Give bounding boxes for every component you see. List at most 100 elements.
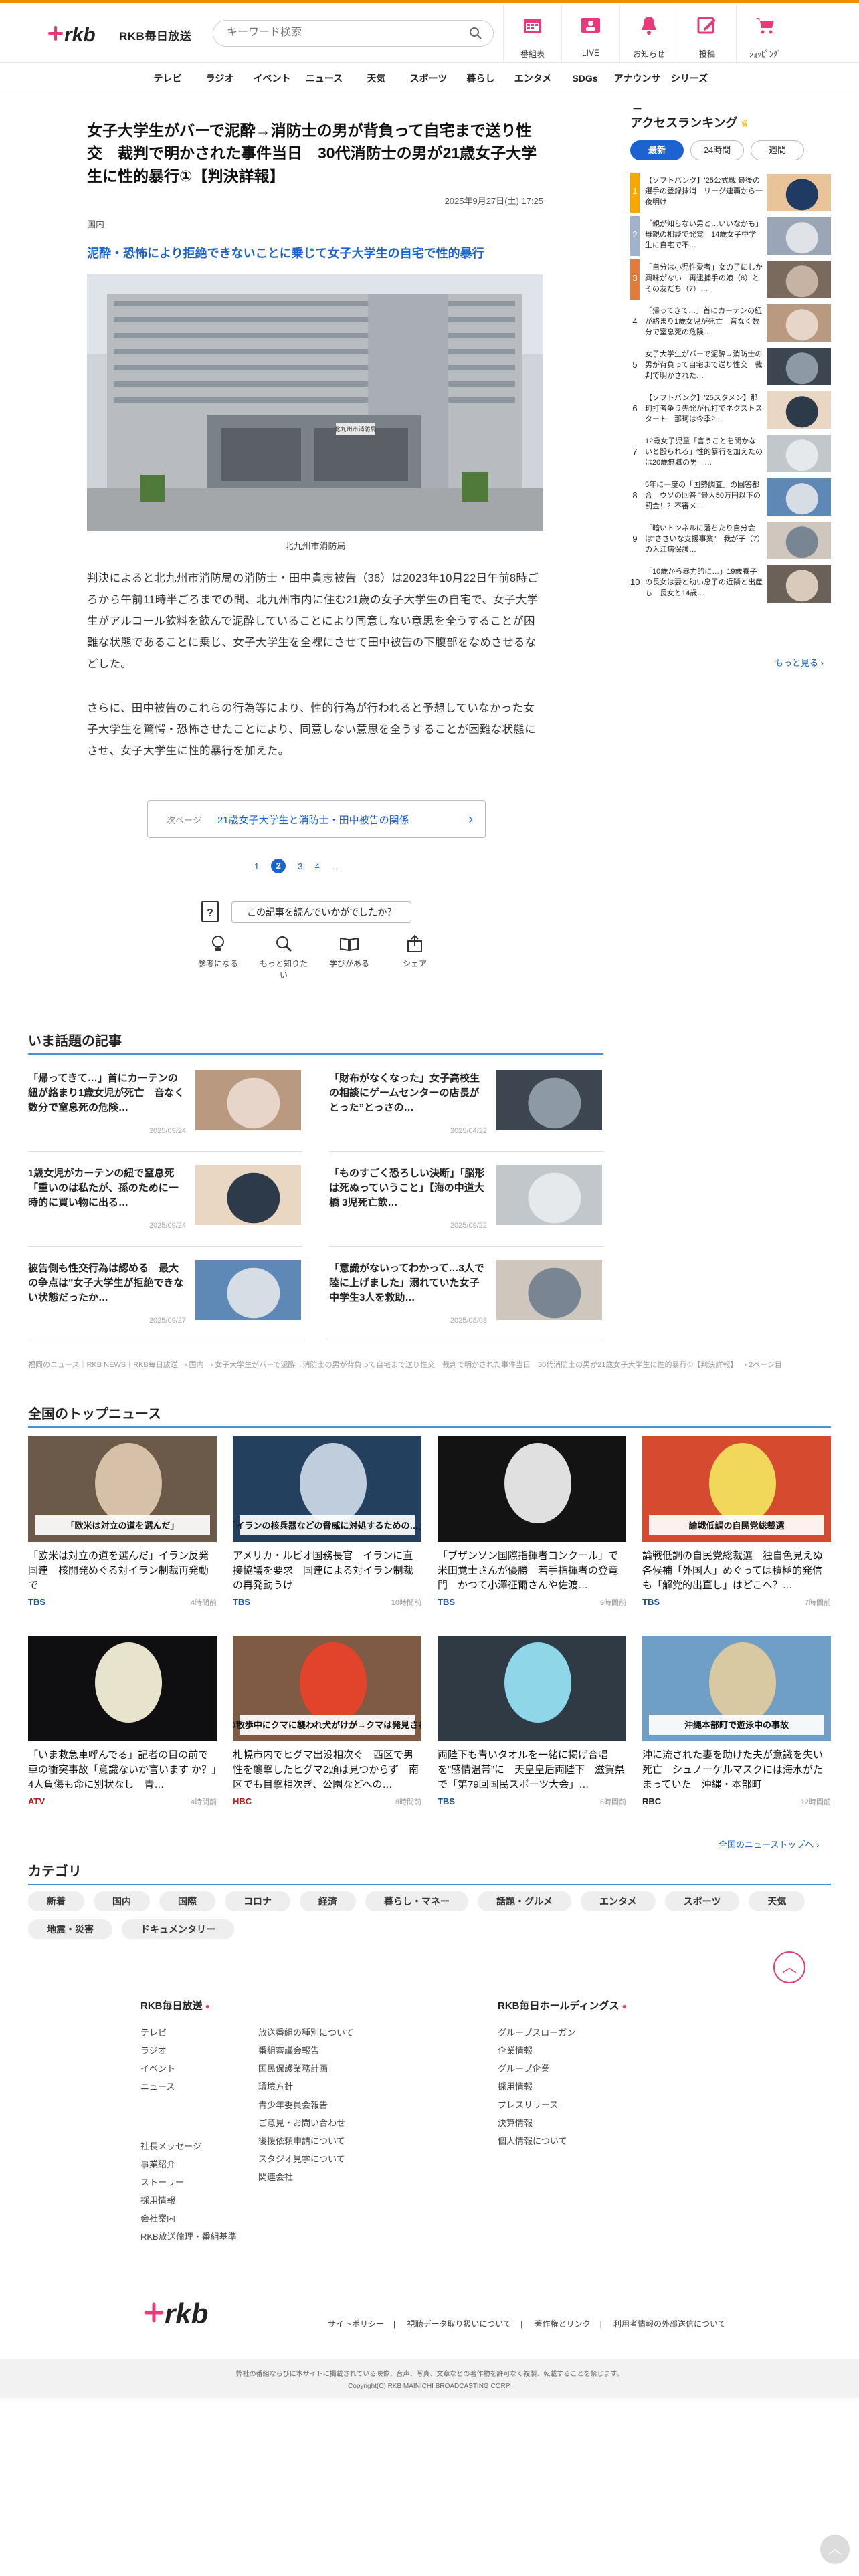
national-news-card[interactable]: 両陛下も青いタオルを一緒に掲げ合唱を”感情温帯”に 天皇皇后両陛下 滋賀県で「第… <box>438 1636 626 1816</box>
nav-weather[interactable]: 天気 <box>351 63 403 96</box>
footer-link[interactable]: 利用者情報の外部送信について <box>613 2319 726 2329</box>
nav-news[interactable]: ニュース <box>298 63 351 96</box>
page-link[interactable]: 3 <box>298 861 302 871</box>
tool-notice[interactable]: お知らせ <box>619 5 678 63</box>
footer-link[interactable]: ニュース <box>140 2078 175 2096</box>
national-news-card[interactable]: 「いま救急車呼んでる」記者の目の前で車の衝突事故「意識ないか言います か？」4人… <box>28 1636 217 1816</box>
page-current[interactable]: 2 <box>271 859 286 873</box>
footer-link[interactable]: ご意見・お問い合わせ <box>258 2114 354 2132</box>
footer-rkb-logo[interactable]: rkb <box>142 2292 221 2333</box>
ranking-item[interactable]: 1 【ソフトバンク】'25公式戦 最後の選手の登録抹消 リーグ連覇から一夜明け <box>630 173 831 213</box>
breadcrumb-item[interactable]: 福岡のニュース｜RKB NEWS｜RKB毎日放送 <box>28 1361 178 1369</box>
footer-link[interactable]: グループスローガン <box>498 2024 575 2042</box>
footer-link[interactable]: 著作権とリンク <box>535 2319 591 2329</box>
footer-link[interactable]: 環境方針 <box>258 2078 354 2096</box>
tool-shopping[interactable]: ｼｮｯﾋﾟﾝｸﾞ <box>736 5 794 63</box>
page-link[interactable]: 1 <box>254 861 259 871</box>
footer-link[interactable]: 視聴データ取り扱いについて <box>407 2319 511 2329</box>
tool-live[interactable]: LIVE <box>561 5 619 63</box>
nav-sdgs[interactable]: SDGs <box>559 63 611 96</box>
nav-announcer[interactable]: アナウンサー <box>611 63 664 114</box>
footer-link[interactable]: 番組審議会報告 <box>258 2042 354 2060</box>
footer-link[interactable]: RKB放送倫理・番組基準 <box>140 2228 237 2246</box>
search-box[interactable] <box>213 20 494 47</box>
ranking-item[interactable]: 10 「10歳から暴力的に…」19歳養子の長女は妻と幼い息子の近隣と出産も 長女と… <box>630 564 831 604</box>
scroll-top-fab[interactable]: ︿ <box>820 2535 850 2564</box>
nav-tv[interactable]: テレビ <box>142 63 194 96</box>
tool-program-guide[interactable]: 番組表 <box>503 5 561 63</box>
footer-link[interactable]: 決算情報 <box>498 2114 575 2132</box>
national-news-card[interactable]: 「欧米は対立の道を選んだ」 「欧米は対立の道を選んだ」イラン反発 国連 核開発めぐ… <box>28 1436 217 1617</box>
react-helpful[interactable]: 参考になる <box>193 934 244 980</box>
footer-link[interactable]: 採用情報 <box>498 2078 575 2096</box>
national-news-card[interactable]: 「イランの核兵器などの脅威に対処するための…」 アメリカ・ルビオ国務長官 イランに… <box>233 1436 421 1617</box>
category-chip[interactable]: 暮らし・マネー <box>365 1891 468 1911</box>
ranking-more-link[interactable]: もっと見る › <box>775 656 824 669</box>
category-chip[interactable]: コロナ <box>225 1891 290 1911</box>
category-chip[interactable]: ドキュメンタリー <box>122 1919 234 1939</box>
category-chip[interactable]: 地震・災害 <box>28 1919 112 1939</box>
footer-link[interactable]: 後援依頼申請について <box>258 2132 354 2150</box>
ranking-item[interactable]: 4 「帰ってきて…」首にカーテンの紐が絡まり1歳女児が死亡 音なく数分で窒息死の危… <box>630 303 831 343</box>
footer-link[interactable]: 個人情報について <box>498 2132 575 2150</box>
footer-link[interactable]: 採用情報 <box>140 2191 237 2210</box>
category-chip[interactable]: スポーツ <box>664 1891 740 1911</box>
nav-entertainment[interactable]: エンタメ <box>507 63 559 96</box>
footer-link[interactable]: 企業情報 <box>498 2042 575 2060</box>
ranking-item[interactable]: 9 「暗いトンネルに落ちたり自分会は”ささいな支援事業” 我が子（7）の入江病保護… <box>630 520 831 560</box>
footer-link[interactable]: 会社案内 <box>140 2210 237 2228</box>
category-chip[interactable]: 国際 <box>159 1891 215 1911</box>
category-chip[interactable]: 話題・グルメ <box>478 1891 571 1911</box>
national-more-link[interactable]: 全国のニューストップへ › <box>719 1838 819 1850</box>
topic-card[interactable]: 被告側も性交行為は認める 最大の争点は”女子大学生が拒絶できない状態だったか… 2… <box>28 1257 302 1341</box>
next-page-button[interactable]: 次ページ 21歳女子大学生と消防士・田中被告の関係 › <box>147 800 486 838</box>
ranking-item[interactable]: 6 【ソフトバンク】'25スタメン】那珂打者争う先発が代打でネクストスタート 那珂… <box>630 390 831 430</box>
footer-link[interactable]: イベント <box>140 2060 175 2078</box>
search-icon[interactable] <box>469 27 482 40</box>
footer-link[interactable]: 国民保護業務計画 <box>258 2060 354 2078</box>
react-learned[interactable]: 学びがある <box>324 934 375 980</box>
ranking-item[interactable]: 2 「親が知らない男と…いいなかも」母親の相談で発覚 14歳女子中学生に自宅で不… <box>630 216 831 256</box>
ranking-item[interactable]: 7 12歳女子児童「言うことを聞かないと殴られる」性的暴行を加えたのは20歳無職の… <box>630 433 831 473</box>
footer-link[interactable]: 関連会社 <box>258 2168 354 2186</box>
nav-life[interactable]: 暮らし <box>455 63 507 96</box>
tab-24h[interactable]: 24時間 <box>690 140 744 160</box>
category-chip[interactable]: エンタメ <box>581 1891 656 1911</box>
footer-link[interactable]: ストーリー <box>140 2173 237 2191</box>
react-want-more[interactable]: もっと知りたい <box>258 934 309 980</box>
footer-link[interactable]: 社長メッセージ <box>140 2137 237 2155</box>
footer-link[interactable]: 放送番組の種別について <box>258 2024 354 2042</box>
page-link[interactable]: 4 <box>314 861 319 871</box>
search-input[interactable] <box>227 27 468 39</box>
category-chip[interactable]: 新着 <box>28 1891 84 1911</box>
ranking-item[interactable]: 5 女子大学生がバーで泥酔→消防士の男が背負って自宅まで送り性交 裁判で明かされた… <box>630 346 831 387</box>
nav-radio[interactable]: ラジオ <box>194 63 246 96</box>
topic-card[interactable]: 1歳女児がカーテンの紐で窒息死「重いのは私たが、孫のために一時的に買い物に出る…… <box>28 1162 302 1247</box>
category-chip[interactable]: 天気 <box>749 1891 805 1911</box>
topic-card[interactable]: 「意識がないってわかって…3人で陸に上げました」溺れていた女子中学生3人を救助…… <box>329 1257 603 1341</box>
category-chip[interactable]: 経済 <box>300 1891 356 1911</box>
topic-card[interactable]: 「ものすごく恐ろしい決断」「脳形は死ぬっていうこと」【海の中道大橋 3児死亡飲…… <box>329 1162 603 1247</box>
nav-sports[interactable]: スポーツ <box>403 63 455 96</box>
footer-link[interactable]: プレスリリース <box>498 2096 575 2114</box>
national-news-card[interactable]: 論戦低調の自民党総裁選 論戦低調の自民党総裁選 独自色見えぬ各候補「外国人」めぐっ… <box>642 1436 831 1617</box>
tab-latest[interactable]: 最新 <box>630 140 684 160</box>
footer-link[interactable]: テレビ <box>140 2024 175 2042</box>
footer-link[interactable]: スタジオ見学について <box>258 2150 354 2168</box>
ranking-item[interactable]: 8 5年に一度の「国勢調査」の回答都合＝ウソの回答 ”最大50万円以下の罰金！？不… <box>630 477 831 517</box>
nav-series[interactable]: シリーズ <box>664 63 716 96</box>
national-news-card[interactable]: 犬の散歩中にクマに襲われ犬がけが→クマは発見されず札幌市内でヒグマ出没相次ぐ 西… <box>233 1636 421 1816</box>
breadcrumb-item[interactable]: 国内 <box>189 1361 203 1369</box>
footer-link[interactable]: サイトポリシー <box>328 2319 384 2329</box>
ranking-item[interactable]: 3 「自分は小児性愛者」女の子にしか興味がない 再逮捕手の娘（8）とその友だち（7… <box>630 259 831 300</box>
national-news-card[interactable]: 「ブザンソン国際指揮者コンクール」で米田覚士さんが優勝 若手指揮者の登竜門 かつ… <box>438 1436 626 1617</box>
topic-card[interactable]: 「帰ってきて…」首にカーテンの紐が絡まり1歳女児が死亡 音なく数分で窒息死の危険… <box>28 1067 302 1152</box>
category-chip[interactable]: 国内 <box>94 1891 150 1911</box>
tab-weekly[interactable]: 週間 <box>751 140 804 160</box>
footer-link[interactable]: 事業紹介 <box>140 2155 237 2173</box>
rkb-logo[interactable]: rkb <box>47 19 104 48</box>
footer-link[interactable]: グループ企業 <box>498 2060 575 2078</box>
topic-card[interactable]: 「財布がなくなった」女子高校生の相談にゲームセンターの店長がとった”とっさの… 2… <box>329 1067 603 1152</box>
react-share[interactable]: シェア <box>389 934 440 980</box>
footer-link[interactable]: 青少年委員会報告 <box>258 2096 354 2114</box>
